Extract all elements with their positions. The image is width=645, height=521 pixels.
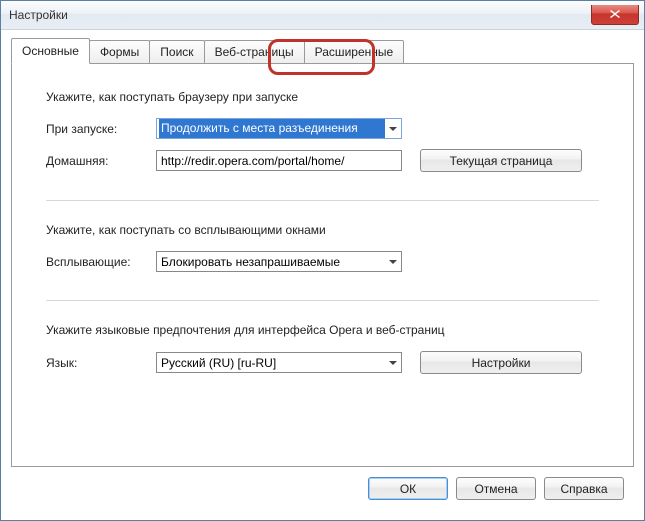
tab-main[interactable]: Основные xyxy=(11,38,90,64)
row-language: Язык: Русский (RU) [ru-RU] Настройки xyxy=(46,351,599,374)
popups-combo[interactable]: Блокировать незапрашиваемые xyxy=(156,251,402,272)
language-settings-button[interactable]: Настройки xyxy=(420,351,582,374)
tab-page-main: Укажите, как поступать браузеру при запу… xyxy=(11,63,634,467)
tab-search[interactable]: Поиск xyxy=(149,40,204,63)
close-icon xyxy=(610,10,620,18)
window-title: Настройки xyxy=(9,8,591,22)
language-heading: Укажите языковые предпочтения для интерф… xyxy=(46,323,599,337)
tab-forms[interactable]: Формы xyxy=(89,40,150,63)
dialog-footer: ОК Отмена Справка xyxy=(11,467,634,510)
popups-label: Всплывающие: xyxy=(46,255,156,269)
language-combo[interactable]: Русский (RU) [ru-RU] xyxy=(156,352,402,373)
tab-webpages[interactable]: Веб-страницы xyxy=(204,40,305,63)
onstartup-label: При запуске: xyxy=(46,122,156,136)
popups-heading: Укажите, как поступать со всплывающими о… xyxy=(46,223,599,237)
row-popups: Всплывающие: Блокировать незапрашиваемые xyxy=(46,251,599,272)
titlebar: Настройки xyxy=(1,1,644,30)
close-button[interactable] xyxy=(591,5,639,25)
onstartup-combo[interactable]: Продолжить с места разъединения xyxy=(156,118,402,139)
language-value: Русский (RU) [ru-RU] xyxy=(161,356,276,370)
separator xyxy=(46,300,599,301)
popups-value: Блокировать незапрашиваемые xyxy=(161,255,340,269)
row-homepage: Домашняя: Текущая страница xyxy=(46,149,599,172)
help-button[interactable]: Справка xyxy=(544,477,624,500)
tabstrip: Основные Формы Поиск Веб-страницы Расшир… xyxy=(11,38,634,63)
row-onstartup: При запуске: Продолжить с места разъедин… xyxy=(46,118,599,139)
separator xyxy=(46,200,599,201)
ok-button[interactable]: ОК xyxy=(368,477,448,500)
language-label: Язык: xyxy=(46,356,156,370)
settings-window: Настройки Основные Формы Поиск Веб-стран… xyxy=(0,0,645,521)
onstartup-value: Продолжить с места разъединения xyxy=(159,119,385,138)
tab-advanced[interactable]: Расширенные xyxy=(304,40,405,63)
chevron-down-icon xyxy=(385,119,401,138)
homepage-label: Домашняя: xyxy=(46,154,156,168)
chevron-down-icon xyxy=(385,353,401,372)
homepage-input[interactable] xyxy=(156,150,402,171)
chevron-down-icon xyxy=(385,252,401,271)
current-page-button[interactable]: Текущая страница xyxy=(420,149,582,172)
client-area: Основные Формы Поиск Веб-страницы Расшир… xyxy=(1,30,644,520)
startup-heading: Укажите, как поступать браузеру при запу… xyxy=(46,90,599,104)
cancel-button[interactable]: Отмена xyxy=(456,477,536,500)
